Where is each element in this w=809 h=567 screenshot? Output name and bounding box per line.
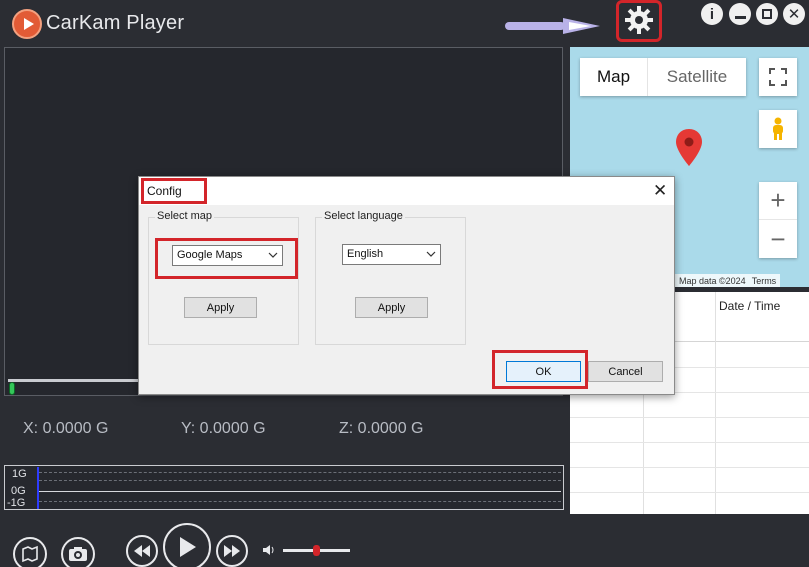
table-row xyxy=(570,492,809,493)
language-apply-button[interactable]: Apply xyxy=(355,297,428,318)
language-select-value: English xyxy=(347,248,384,260)
table-row xyxy=(570,467,809,468)
map-select-value: Google Maps xyxy=(177,249,243,261)
config-dialog: Config ✕ Select map Google Maps Apply Se… xyxy=(138,176,675,395)
rewind-button[interactable] xyxy=(126,535,158,567)
select-language-label: Select language xyxy=(322,210,405,222)
maximize-button[interactable] xyxy=(756,3,778,25)
fullscreen-icon xyxy=(769,68,787,86)
chevron-down-icon xyxy=(426,251,436,257)
language-select[interactable]: English xyxy=(342,244,441,265)
logo-icon xyxy=(12,9,42,39)
cancel-button[interactable]: Cancel xyxy=(588,361,663,382)
map-export-button[interactable] xyxy=(13,537,47,567)
snapshot-icon xyxy=(69,547,87,561)
settings-gear-icon xyxy=(625,6,653,34)
map-select[interactable]: Google Maps xyxy=(172,245,283,266)
column-divider xyxy=(715,292,716,514)
settings-button[interactable] xyxy=(620,3,658,37)
map-export-icon xyxy=(22,545,38,563)
map-data-text: Map data ©2024 xyxy=(679,275,746,286)
graph-cursor xyxy=(37,467,39,509)
video-progress-handle[interactable] xyxy=(9,382,15,395)
minimize-button[interactable] xyxy=(729,3,751,25)
select-map-label: Select map xyxy=(155,210,215,222)
zoom-in-button[interactable]: + xyxy=(759,182,797,220)
graph-label-minus1g: -1G xyxy=(7,497,26,509)
chevron-down-icon xyxy=(268,252,278,258)
location-pin-icon xyxy=(676,129,702,166)
street-view-button[interactable] xyxy=(759,110,797,148)
dialog-close-icon[interactable]: ✕ xyxy=(653,181,667,201)
pegman-icon xyxy=(773,117,783,140)
close-button[interactable]: ✕ xyxy=(783,3,805,25)
info-icon: i xyxy=(709,5,715,23)
minimize-icon xyxy=(734,15,746,19)
select-map-group: Select map Google Maps Apply xyxy=(148,210,299,345)
zoom-out-button[interactable]: − xyxy=(759,220,797,258)
table-row xyxy=(570,442,809,443)
table-row xyxy=(570,417,809,418)
fast-forward-icon xyxy=(224,545,240,557)
graph-label-1g: 1G xyxy=(12,468,27,480)
volume-icon[interactable] xyxy=(263,544,275,556)
info-button[interactable]: i xyxy=(701,3,723,25)
column-header-date-time[interactable]: Date / Time xyxy=(719,299,780,313)
arrow-pointer-icon xyxy=(505,18,600,34)
zoom-controls: + − xyxy=(759,182,797,258)
map-attribution: Map data ©2024 Terms xyxy=(675,274,781,287)
fullscreen-button[interactable] xyxy=(759,58,797,96)
graph-label-0g: 0G xyxy=(11,485,26,497)
fast-forward-button[interactable] xyxy=(216,535,248,567)
tab-map[interactable]: Map xyxy=(580,58,648,96)
graph-gridline xyxy=(39,472,561,473)
app-title: CarKam Player xyxy=(46,12,185,34)
graph-gridline xyxy=(39,501,561,502)
dialog-title: Config xyxy=(147,184,182,198)
title-bar: CarKam Player i ✕ xyxy=(0,0,809,46)
gsensor-graph[interactable]: 1G 0G -1G xyxy=(4,465,564,510)
tab-satellite[interactable]: Satellite xyxy=(648,58,746,96)
gsensor-x-readout: X: 0.0000 G xyxy=(23,420,109,437)
snapshot-button[interactable] xyxy=(61,537,95,567)
close-icon: ✕ xyxy=(787,6,801,23)
rewind-icon xyxy=(134,545,150,557)
gsensor-z-readout: Z: 0.0000 G xyxy=(339,420,424,437)
select-language-group: Select language English Apply xyxy=(315,210,466,345)
play-icon xyxy=(180,537,196,557)
volume-slider-knob[interactable] xyxy=(313,545,320,556)
map-apply-button[interactable]: Apply xyxy=(184,297,257,318)
ok-button[interactable]: OK xyxy=(506,361,581,382)
map-terms-link[interactable]: Terms xyxy=(752,276,777,286)
graph-gridline xyxy=(39,480,561,481)
graph-zero-line xyxy=(39,491,561,492)
map-type-tabs: Map Satellite xyxy=(580,58,746,96)
gsensor-y-readout: Y: 0.0000 G xyxy=(181,420,266,437)
play-button[interactable] xyxy=(163,523,211,567)
dialog-titlebar: Config ✕ xyxy=(139,177,674,205)
maximize-icon xyxy=(762,9,772,19)
